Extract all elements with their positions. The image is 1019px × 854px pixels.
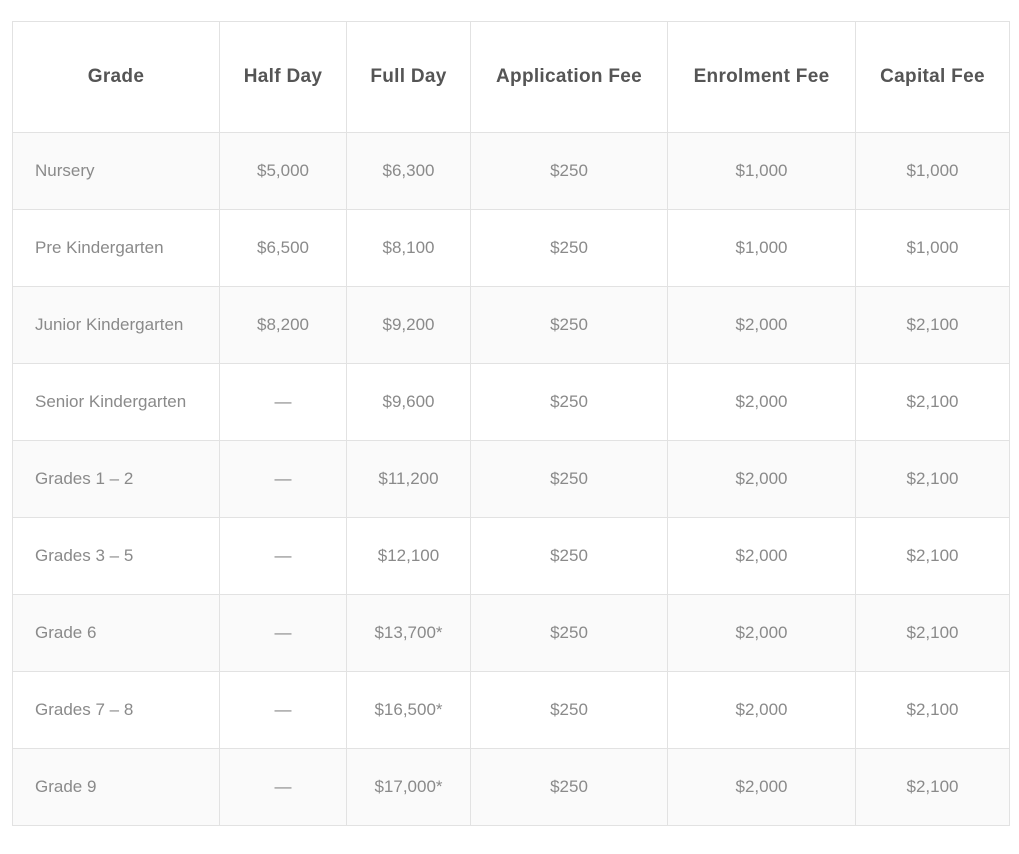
table-row: Junior Kindergarten $8,200 $9,200 $250 $… — [12, 286, 1010, 364]
full-day-cell: $8,100 — [346, 209, 471, 287]
capital-fee-cell: $2,100 — [855, 671, 1010, 749]
grade-cell: Nursery — [12, 132, 220, 210]
header-capital-fee: Capital Fee — [855, 21, 1010, 133]
half-day-cell: — — [219, 517, 347, 595]
full-day-cell: $17,000* — [346, 748, 471, 826]
table-row: Nursery $5,000 $6,300 $250 $1,000 $1,000 — [12, 132, 1010, 210]
header-enrolment-fee: Enrolment Fee — [667, 21, 856, 133]
full-day-cell: $9,600 — [346, 363, 471, 441]
application-fee-cell: $250 — [470, 671, 668, 749]
table-row: Pre Kindergarten $6,500 $8,100 $250 $1,0… — [12, 209, 1010, 287]
header-grade: Grade — [12, 21, 220, 133]
grade-cell: Pre Kindergarten — [12, 209, 220, 287]
half-day-cell: — — [219, 671, 347, 749]
grade-cell: Junior Kindergarten — [12, 286, 220, 364]
full-day-cell: $13,700* — [346, 594, 471, 672]
capital-fee-cell: $2,100 — [855, 363, 1010, 441]
grade-cell: Grade 6 — [12, 594, 220, 672]
table-row: Grade 6 — $13,700* $250 $2,000 $2,100 — [12, 594, 1010, 672]
tuition-fee-table: Grade Half Day Full Day Application Fee … — [12, 21, 1010, 826]
grade-cell: Grades 3 – 5 — [12, 517, 220, 595]
half-day-cell: — — [219, 440, 347, 518]
half-day-cell: — — [219, 594, 347, 672]
enrolment-fee-cell: $2,000 — [667, 440, 856, 518]
enrolment-fee-cell: $2,000 — [667, 363, 856, 441]
enrolment-fee-cell: $2,000 — [667, 594, 856, 672]
application-fee-cell: $250 — [470, 286, 668, 364]
table-row: Senior Kindergarten — $9,600 $250 $2,000… — [12, 363, 1010, 441]
half-day-cell: $5,000 — [219, 132, 347, 210]
enrolment-fee-cell: $2,000 — [667, 671, 856, 749]
table-header: Grade Half Day Full Day Application Fee … — [12, 21, 1010, 133]
full-day-cell: $12,100 — [346, 517, 471, 595]
table-row: Grades 7 – 8 — $16,500* $250 $2,000 $2,1… — [12, 671, 1010, 749]
application-fee-cell: $250 — [470, 594, 668, 672]
enrolment-fee-cell: $2,000 — [667, 517, 856, 595]
application-fee-cell: $250 — [470, 209, 668, 287]
full-day-cell: $6,300 — [346, 132, 471, 210]
header-full-day: Full Day — [346, 21, 471, 133]
application-fee-cell: $250 — [470, 748, 668, 826]
full-day-cell: $9,200 — [346, 286, 471, 364]
enrolment-fee-cell: $2,000 — [667, 286, 856, 364]
application-fee-cell: $250 — [470, 440, 668, 518]
full-day-cell: $16,500* — [346, 671, 471, 749]
grade-cell: Grade 9 — [12, 748, 220, 826]
table-body: Nursery $5,000 $6,300 $250 $1,000 $1,000… — [12, 132, 1010, 826]
table-row: Grades 1 – 2 — $11,200 $250 $2,000 $2,10… — [12, 440, 1010, 518]
half-day-cell: $8,200 — [219, 286, 347, 364]
table-row: Grade 9 — $17,000* $250 $2,000 $2,100 — [12, 748, 1010, 826]
table-row: Grades 3 – 5 — $12,100 $250 $2,000 $2,10… — [12, 517, 1010, 595]
capital-fee-cell: $2,100 — [855, 594, 1010, 672]
capital-fee-cell: $1,000 — [855, 132, 1010, 210]
enrolment-fee-cell: $1,000 — [667, 209, 856, 287]
half-day-cell: — — [219, 748, 347, 826]
header-row: Grade Half Day Full Day Application Fee … — [12, 21, 1010, 133]
enrolment-fee-cell: $2,000 — [667, 748, 856, 826]
half-day-cell: — — [219, 363, 347, 441]
half-day-cell: $6,500 — [219, 209, 347, 287]
grade-cell: Senior Kindergarten — [12, 363, 220, 441]
capital-fee-cell: $2,100 — [855, 517, 1010, 595]
grade-cell: Grades 7 – 8 — [12, 671, 220, 749]
enrolment-fee-cell: $1,000 — [667, 132, 856, 210]
header-half-day: Half Day — [219, 21, 347, 133]
application-fee-cell: $250 — [470, 517, 668, 595]
full-day-cell: $11,200 — [346, 440, 471, 518]
capital-fee-cell: $2,100 — [855, 286, 1010, 364]
header-application-fee: Application Fee — [470, 21, 668, 133]
capital-fee-cell: $2,100 — [855, 440, 1010, 518]
capital-fee-cell: $1,000 — [855, 209, 1010, 287]
grade-cell: Grades 1 – 2 — [12, 440, 220, 518]
application-fee-cell: $250 — [470, 363, 668, 441]
capital-fee-cell: $2,100 — [855, 748, 1010, 826]
application-fee-cell: $250 — [470, 132, 668, 210]
